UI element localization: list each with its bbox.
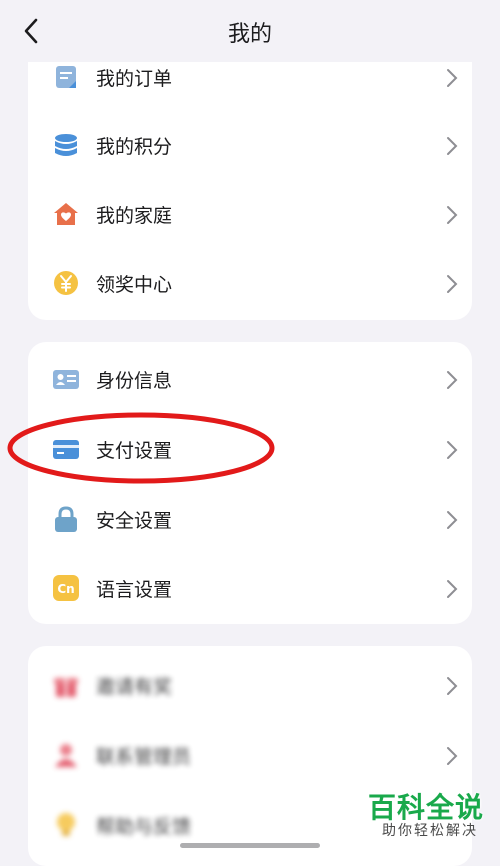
menu-item-label: 语言设置: [96, 579, 173, 601]
menu-item-points[interactable]: 我的积分: [28, 110, 472, 180]
menu-item-label: 安全设置: [96, 510, 173, 532]
chevron-right-icon: [447, 511, 458, 529]
menu-item-label: 联系管理员: [96, 746, 192, 768]
contact-icon: [55, 744, 77, 767]
menu-item-language[interactable]: Cn 语言设置: [28, 553, 472, 623]
navigation-bar: 我的: [0, 0, 500, 62]
menu-item-label: 身份信息: [96, 370, 173, 392]
bulb-icon: [57, 813, 75, 836]
menu-item-invite[interactable]: 邀请有奖: [28, 650, 472, 720]
menu-item-payment[interactable]: 支付设置: [28, 414, 472, 484]
menu-item-label: 帮助与反馈: [96, 816, 192, 838]
chevron-right-icon: [447, 677, 458, 695]
menu-item-rewards[interactable]: 领奖中心: [28, 248, 472, 318]
chevron-right-icon: [447, 580, 458, 598]
lock-icon: [55, 506, 77, 532]
menu-item-family[interactable]: 我的家庭: [28, 179, 472, 249]
language-icon: Cn: [53, 575, 79, 601]
order-icon: [56, 66, 76, 88]
home-indicator: [180, 843, 320, 848]
watermark-subtitle: 助你轻松解决: [382, 823, 478, 839]
home-icon: [54, 203, 78, 225]
chevron-right-icon: [447, 371, 458, 389]
payment-card-icon: [53, 440, 79, 459]
menu-item-label: 领奖中心: [96, 274, 173, 296]
menu-item-label: 支付设置: [96, 440, 173, 462]
chevron-right-icon: [447, 137, 458, 155]
reward-icon: [54, 271, 78, 295]
menu-item-security[interactable]: 安全设置: [28, 484, 472, 554]
chevron-right-icon: [447, 441, 458, 459]
menu-group-settings: 身份信息 支付设置 安全设置 Cn 语言设置: [28, 342, 472, 624]
svg-text:Cn: Cn: [57, 582, 74, 596]
menu-item-label: 邀请有奖: [96, 676, 173, 698]
chevron-right-icon: [447, 206, 458, 224]
menu-item-label: 我的积分: [96, 136, 173, 158]
menu-item-contact[interactable]: 联系管理员: [28, 720, 472, 790]
chevron-right-icon: [447, 69, 458, 87]
page-title: 我的: [227, 22, 272, 47]
menu-item-identity[interactable]: 身份信息: [28, 344, 472, 414]
menu-item-label: 我的家庭: [96, 205, 173, 227]
gift-icon: [54, 678, 78, 697]
points-icon: [55, 134, 77, 156]
menu-item-label: 我的订单: [96, 68, 173, 90]
id-card-icon: [53, 370, 79, 389]
chevron-right-icon: [447, 275, 458, 293]
chevron-right-icon: [447, 747, 458, 765]
